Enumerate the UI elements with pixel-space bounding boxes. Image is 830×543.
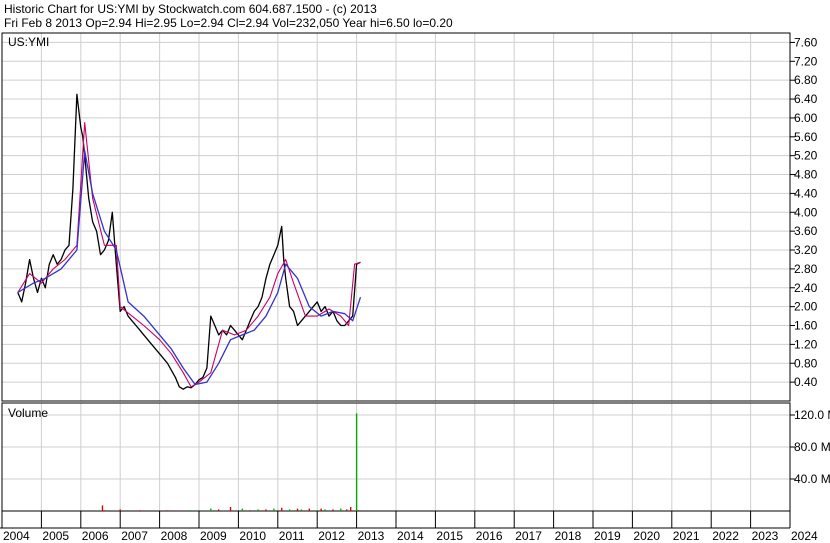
price-y-tick-label: 6.00	[794, 111, 818, 125]
price-y-tick-label: 0.80	[794, 356, 818, 370]
price-y-tick-label: 1.60	[794, 319, 818, 333]
price-y-tick-label: 2.40	[794, 281, 818, 295]
x-tick-label: 2009	[200, 529, 227, 543]
x-tick-label: 2024	[791, 529, 818, 543]
x-tick-label: 2021	[673, 529, 700, 543]
price-y-tick-label: 5.60	[794, 130, 818, 144]
x-tick-label: 2004	[3, 529, 30, 543]
price-y-tick-label: 1.20	[794, 337, 818, 351]
price-y-tick-label: 4.00	[794, 205, 818, 219]
x-tick-label: 2010	[239, 529, 266, 543]
x-tick-label: 2006	[82, 529, 109, 543]
price-y-tick-label: 7.60	[794, 35, 818, 49]
x-tick-label: 2008	[161, 529, 188, 543]
chart-background	[0, 0, 830, 543]
price-y-tick-label: 4.80	[794, 168, 818, 182]
price-y-tick-label: 6.80	[794, 73, 818, 87]
x-tick-label: 2016	[476, 529, 503, 543]
x-tick-label: 2011	[279, 529, 305, 543]
x-tick-label: 2015	[436, 529, 463, 543]
price-y-tick-label: 2.00	[794, 300, 818, 314]
price-panel-symbol: US:YMI	[8, 35, 49, 49]
x-tick-label: 2007	[121, 529, 148, 543]
price-y-tick-label: 2.80	[794, 262, 818, 276]
volume-y-tick-label: 80.0 M	[794, 440, 830, 454]
x-tick-label: 2012	[318, 529, 345, 543]
x-tick-label: 2018	[555, 529, 582, 543]
stock-chart: Historic Chart for US:YMI by Stockwatch.…	[0, 0, 830, 543]
volume-y-tick-label: 40.0 M	[794, 472, 830, 486]
header-title: Historic Chart for US:YMI by Stockwatch.…	[4, 2, 377, 16]
x-tick-label: 2017	[515, 529, 542, 543]
price-y-tick-label: 7.20	[794, 54, 818, 68]
price-y-tick-label: 6.40	[794, 92, 818, 106]
x-tick-label: 2014	[397, 529, 424, 543]
x-tick-label: 2023	[752, 529, 779, 543]
x-tick-label: 2019	[594, 529, 621, 543]
price-y-tick-label: 4.40	[794, 186, 818, 200]
volume-y-axis: 40.0 M 80.0 M 120.0 M	[790, 408, 830, 486]
x-tick-label: 2022	[712, 529, 739, 543]
volume-panel-label: Volume	[8, 406, 48, 420]
header-quote: Fri Feb 8 2013 Op=2.94 Hi=2.95 Lo=2.94 C…	[4, 16, 453, 30]
x-tick-label: 2013	[358, 529, 385, 543]
x-tick-label: 2005	[42, 529, 69, 543]
price-y-tick-label: 3.20	[794, 243, 818, 257]
price-y-tick-label: 5.20	[794, 149, 818, 163]
price-y-tick-label: 3.60	[794, 224, 818, 238]
volume-grid	[1, 403, 791, 511]
price-y-tick-label: 0.40	[794, 375, 818, 389]
price-grid	[1, 33, 791, 401]
x-tick-label: 2020	[633, 529, 660, 543]
volume-y-tick-label: 120.0 M	[794, 408, 830, 422]
